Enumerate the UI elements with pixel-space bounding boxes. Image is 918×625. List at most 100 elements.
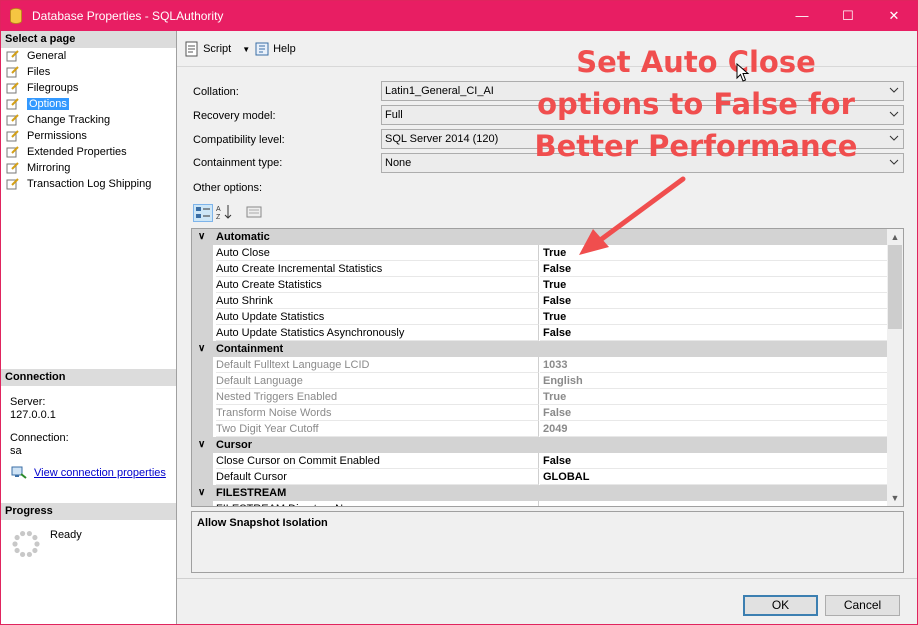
- grid-category[interactable]: ∨ Containment: [192, 341, 888, 357]
- sidebar-item-general[interactable]: General: [1, 48, 176, 64]
- grid-property-row[interactable]: Auto Update Statistics True: [192, 309, 888, 325]
- script-icon: [185, 41, 198, 57]
- chevron-down-icon: [889, 135, 899, 141]
- sidebar-item-change-tracking[interactable]: Change Tracking: [1, 112, 176, 128]
- grid-property-row[interactable]: Default Cursor GLOBAL: [192, 469, 888, 485]
- categorized-icon: [196, 207, 210, 218]
- sidebar-item-mirroring[interactable]: Mirroring: [1, 160, 176, 176]
- property-value[interactable]: 1033: [540, 357, 888, 373]
- grid-property-row[interactable]: Auto Close True: [192, 245, 888, 261]
- sort-alphabetical-icon: A Z: [216, 205, 232, 221]
- grid-property-row[interactable]: Transform Noise Words False: [192, 405, 888, 421]
- collation-value: Latin1_General_CI_AI: [385, 85, 494, 97]
- property-value[interactable]: True: [540, 277, 888, 293]
- property-value[interactable]: True: [540, 389, 888, 405]
- recovery-model-value: Full: [385, 109, 403, 121]
- sidebar-item-filegroups[interactable]: Filegroups: [1, 80, 176, 96]
- maximize-button[interactable]: ☐: [825, 1, 871, 31]
- close-button[interactable]: ✕: [871, 1, 917, 31]
- property-value[interactable]: [540, 501, 888, 506]
- property-value[interactable]: English: [540, 373, 888, 389]
- page-wrench-icon: [6, 178, 19, 190]
- grid-property-row[interactable]: Default Language English: [192, 373, 888, 389]
- script-dropdown-arrow-icon[interactable]: ▼: [242, 45, 250, 54]
- sidebar-item-options[interactable]: Options: [1, 96, 176, 112]
- sidebar-item-files[interactable]: Files: [1, 64, 176, 80]
- property-value[interactable]: False: [540, 261, 888, 277]
- grid-property-row[interactable]: FILESTREAM Directory Name: [192, 501, 888, 506]
- server-value: 127.0.0.1: [10, 409, 56, 421]
- mouse-cursor-icon: [736, 63, 750, 82]
- compatibility-level-value: SQL Server 2014 (120): [385, 133, 499, 145]
- database-properties-window: Database Properties - SQLAuthority — ☐ ✕…: [0, 0, 918, 625]
- property-grid-scrollbar[interactable]: ▲ ▼: [887, 229, 903, 506]
- connection-panel: Connection Server: 127.0.0.1 Connection:…: [1, 369, 176, 479]
- grid-property-row[interactable]: Close Cursor on Commit Enabled False: [192, 453, 888, 469]
- property-value[interactable]: False: [540, 405, 888, 421]
- sidebar-item-extended-properties[interactable]: Extended Properties: [1, 144, 176, 160]
- sidebar-item-label: Permissions: [27, 130, 87, 142]
- scroll-up-icon[interactable]: ▲: [887, 229, 903, 245]
- grid-property-row[interactable]: Auto Shrink False: [192, 293, 888, 309]
- grid-property-row[interactable]: Auto Update Statistics Asynchronously Fal…: [192, 325, 888, 341]
- grid-property-row[interactable]: Two Digit Year Cutoff 2049: [192, 421, 888, 437]
- property-name: Default Language: [216, 373, 539, 389]
- category-label: Containment: [216, 343, 284, 355]
- scrollbar-thumb[interactable]: [888, 245, 902, 329]
- minimize-button[interactable]: —: [779, 1, 825, 31]
- sidebar-item-label: Transaction Log Shipping: [27, 178, 152, 190]
- grid-property-row[interactable]: Auto Create Statistics True: [192, 277, 888, 293]
- cancel-button[interactable]: Cancel: [825, 595, 900, 616]
- category-label: FILESTREAM: [216, 487, 287, 499]
- property-value[interactable]: True: [540, 309, 888, 325]
- property-value[interactable]: False: [540, 453, 888, 469]
- property-name: Auto Update Statistics: [216, 309, 539, 325]
- grid-category[interactable]: ∨ Cursor: [192, 437, 888, 453]
- ok-button[interactable]: OK: [743, 595, 818, 616]
- property-pages-button[interactable]: [245, 204, 265, 222]
- grid-category[interactable]: ∨ Automatic: [192, 229, 888, 245]
- sidebar-item-transaction-log-shipping[interactable]: Transaction Log Shipping: [1, 176, 176, 192]
- row-gutter: [192, 357, 213, 373]
- categorized-view-button[interactable]: [193, 204, 213, 222]
- property-name: Auto Create Incremental Statistics: [216, 261, 539, 277]
- chevron-down-icon[interactable]: ∨: [198, 437, 210, 453]
- sidebar-item-label: Options: [27, 98, 69, 110]
- property-name: Default Fulltext Language LCID: [216, 357, 539, 373]
- property-name: Auto Close: [216, 245, 539, 261]
- property-value[interactable]: 2049: [540, 421, 888, 437]
- description-title: Allow Snapshot Isolation: [197, 517, 328, 529]
- page-wrench-icon: [6, 82, 19, 94]
- property-name: Auto Create Statistics: [216, 277, 539, 293]
- chevron-down-icon[interactable]: ∨: [198, 485, 210, 501]
- sidebar-item-label: Filegroups: [27, 82, 79, 94]
- category-label: Automatic: [216, 231, 270, 243]
- row-gutter: [192, 501, 213, 506]
- alphabetical-view-button[interactable]: A Z: [215, 204, 235, 222]
- chevron-down-icon[interactable]: ∨: [198, 341, 210, 357]
- grid-property-row[interactable]: Default Fulltext Language LCID 1033: [192, 357, 888, 373]
- property-value[interactable]: False: [540, 293, 888, 309]
- view-connection-properties-link[interactable]: View connection properties: [34, 467, 166, 479]
- row-gutter: [192, 453, 213, 469]
- containment-type-value: None: [385, 157, 412, 169]
- sidebar-item-permissions[interactable]: Permissions: [1, 128, 176, 144]
- help-button[interactable]: Help: [254, 41, 296, 59]
- scroll-down-icon[interactable]: ▼: [887, 490, 903, 506]
- chevron-down-icon[interactable]: ∨: [198, 229, 210, 245]
- row-gutter: [192, 245, 213, 261]
- property-value[interactable]: False: [540, 325, 888, 341]
- grid-property-row[interactable]: Nested Triggers Enabled True: [192, 389, 888, 405]
- grid-property-row[interactable]: Auto Create Incremental Statistics False: [192, 261, 888, 277]
- property-value[interactable]: GLOBAL: [540, 469, 888, 485]
- grid-category[interactable]: ∨ FILESTREAM: [192, 485, 888, 501]
- row-gutter: [192, 469, 213, 485]
- sidebar-item-label: Files: [27, 66, 51, 78]
- page-wrench-icon: [6, 162, 19, 174]
- property-grid[interactable]: ∨ Automatic Auto Close True Auto Create Incr…: [191, 228, 904, 507]
- help-label: Help: [273, 43, 296, 55]
- connection-value: sa: [10, 445, 22, 457]
- script-button[interactable]: Script ▼: [184, 41, 250, 59]
- title-bar[interactable]: Database Properties - SQLAuthority — ☐ ✕: [1, 1, 917, 31]
- row-gutter: [192, 325, 213, 341]
